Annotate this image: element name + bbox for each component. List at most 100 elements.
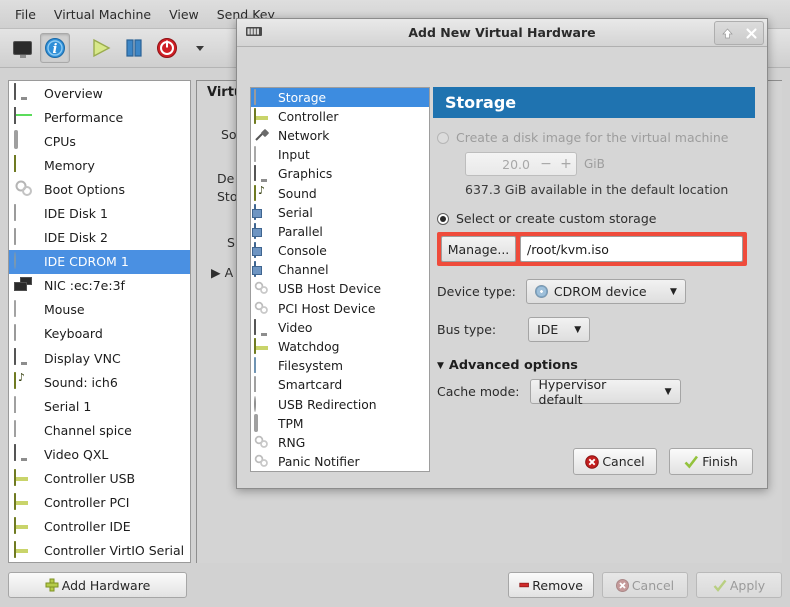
category-serial[interactable]: Serial [251, 203, 429, 222]
category-tpm[interactable]: TPM [251, 413, 429, 433]
hw-item-video-qxl[interactable]: Video QXL [9, 442, 190, 466]
hw-item-channel-spice[interactable]: Channel spice [9, 418, 190, 442]
pause-button[interactable] [119, 33, 149, 63]
hw-item-overview[interactable]: Overview [9, 81, 190, 105]
maximize-button[interactable] [715, 22, 739, 44]
apply-button[interactable]: Apply [696, 572, 782, 598]
nic-icon [14, 276, 36, 295]
menu-file[interactable]: File [6, 4, 45, 25]
category-network[interactable]: Network [251, 126, 429, 145]
hw-item-sound[interactable]: Sound: ich6 [9, 370, 190, 394]
plus-icon [45, 578, 59, 592]
bus-type-select[interactable]: IDE ▼ [528, 317, 591, 342]
create-disk-option[interactable]: Create a disk image for the virtual mach… [437, 130, 755, 145]
category-smartcard[interactable]: Smartcard [251, 376, 429, 395]
hw-item-serial-1[interactable]: Serial 1 [9, 394, 190, 418]
custom-storage-radio[interactable] [437, 212, 449, 225]
hw-item-controller-usb[interactable]: Controller USB [9, 467, 190, 491]
dialog-finish-button[interactable]: Finish [669, 448, 753, 475]
advanced-options-label: Advanced options [448, 358, 578, 373]
device-type-select[interactable]: CDROM device ▼ [525, 279, 686, 304]
category-graphics[interactable]: Graphics [251, 165, 429, 184]
monitor-icon [14, 348, 36, 367]
category-usb-host-device[interactable]: USB Host Device [251, 280, 429, 299]
performance-icon [14, 107, 36, 126]
show-details-button[interactable]: i [40, 33, 70, 63]
detail-line-5: ▶ A [211, 265, 234, 280]
category-parallel[interactable]: Parallel [251, 222, 429, 241]
run-button[interactable] [86, 33, 116, 63]
category-usb-redirection[interactable]: USB Redirection [251, 395, 429, 414]
hardware-list[interactable]: Overview Performance CPUs Memory Boot Op… [8, 80, 191, 563]
monitor-icon [14, 444, 36, 463]
menu-virtual-machine[interactable]: Virtual Machine [45, 4, 160, 25]
hw-item-boot-options[interactable]: Boot Options [9, 177, 190, 201]
hw-item-nic[interactable]: NIC :ec:7e:3f [9, 274, 190, 298]
manage-button[interactable]: Manage... [441, 236, 516, 262]
category-sound[interactable]: Sound [251, 184, 429, 203]
hw-item-label: Memory [44, 157, 95, 173]
category-filesystem[interactable]: Filesystem [251, 357, 429, 376]
hw-item-mouse[interactable]: Mouse [9, 298, 190, 322]
shutdown-button[interactable] [152, 33, 182, 63]
remove-button[interactable]: Remove [508, 572, 594, 598]
category-storage[interactable]: Storage [251, 88, 429, 108]
hw-item-ide-disk-2[interactable]: IDE Disk 2 [9, 226, 190, 250]
hw-item-memory[interactable]: Memory [9, 153, 190, 177]
storage-path-input[interactable]: /root/kvm.iso [520, 236, 743, 262]
memory-icon [14, 155, 36, 174]
category-controller[interactable]: Controller [251, 107, 429, 126]
show-console-button[interactable] [7, 33, 37, 63]
hw-item-label: Display VNC [44, 350, 121, 366]
disk-size-spinner[interactable]: 20.0 − + [465, 152, 577, 176]
category-rng[interactable]: RNG [251, 433, 429, 452]
cancel-button[interactable]: Cancel [602, 572, 688, 598]
keyboard-icon [14, 323, 36, 343]
advanced-options-toggle[interactable]: ▼ Advanced options [437, 358, 755, 373]
category-label: USB Redirection [278, 397, 377, 412]
category-pci-host-device[interactable]: PCI Host Device [251, 299, 429, 318]
hw-item-ide-cdrom-1[interactable]: IDE CDROM 1 [9, 249, 190, 274]
hw-item-keyboard[interactable]: Keyboard [9, 322, 190, 346]
apply-label: Apply [729, 577, 766, 593]
category-console[interactable]: Console [251, 242, 429, 261]
arrow-up-icon [721, 27, 733, 38]
category-watchdog[interactable]: Watchdog [251, 337, 429, 356]
hw-item-display-vnc[interactable]: Display VNC [9, 346, 190, 370]
create-disk-radio[interactable] [437, 131, 449, 144]
hw-item-performance[interactable]: Performance [9, 105, 190, 129]
category-input[interactable]: Input [251, 146, 429, 165]
add-hardware-button[interactable]: Add Hardware [8, 572, 187, 598]
cache-mode-value: Hypervisor default [538, 376, 607, 407]
usb-redirect-icon [254, 395, 272, 413]
card-icon [254, 107, 272, 125]
dialog-titlebar[interactable]: Add New Virtual Hardware [237, 19, 767, 47]
custom-storage-option[interactable]: Select or create custom storage [437, 211, 755, 226]
disk-size-increment[interactable]: + [556, 156, 576, 172]
hw-item-controller-virtio-serial[interactable]: Controller VirtIO Serial [9, 539, 190, 562]
category-panic-notifier[interactable]: Panic Notifier [251, 453, 429, 471]
dialog-cancel-button[interactable]: Cancel [573, 448, 657, 475]
hw-item-ide-disk-1[interactable]: IDE Disk 1 [9, 201, 190, 225]
hw-item-cpus[interactable]: CPUs [9, 129, 190, 153]
category-label: Network [278, 128, 330, 143]
category-video[interactable]: Video [251, 318, 429, 337]
tpm-icon [254, 413, 272, 432]
hw-item-controller-pci[interactable]: Controller PCI [9, 491, 190, 515]
shutdown-dropdown-button[interactable] [185, 33, 215, 63]
hw-item-controller-ide[interactable]: Controller IDE [9, 515, 190, 539]
available-space-text: 637.3 GiB available in the default locat… [465, 182, 729, 197]
category-channel[interactable]: Channel [251, 261, 429, 280]
card-icon [14, 492, 36, 512]
menu-view[interactable]: View [160, 4, 208, 25]
close-button[interactable] [739, 22, 763, 44]
hardware-category-list[interactable]: Storage Controller Network Input Graphic… [250, 87, 430, 472]
hw-item-label: IDE CDROM 1 [44, 254, 129, 270]
hw-item-label: Controller IDE [44, 519, 131, 535]
category-label: Panic Notifier [278, 455, 360, 470]
disk-size-decrement[interactable]: − [536, 156, 556, 172]
category-label: Serial [278, 205, 313, 220]
cache-mode-select[interactable]: Hypervisor default ▼ [529, 376, 681, 407]
svg-text:i: i [53, 42, 58, 57]
device-type-row: Device type: CDROM device ▼ [437, 279, 755, 304]
